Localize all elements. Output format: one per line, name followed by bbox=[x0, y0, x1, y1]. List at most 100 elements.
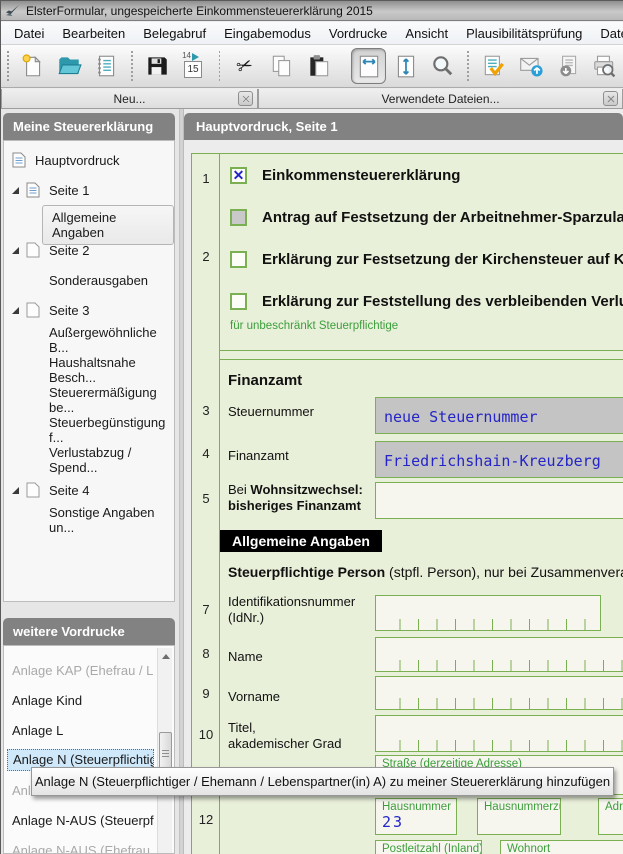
tree-item-sonderausgaben[interactable]: Sonderausgaben bbox=[49, 269, 148, 291]
line-number: 8 bbox=[202, 646, 210, 661]
menu-bearbeiten[interactable]: Bearbeiten bbox=[53, 24, 134, 43]
checkbox-unchecked[interactable] bbox=[230, 292, 247, 310]
send-data-button[interactable] bbox=[513, 48, 548, 84]
print-preview-icon bbox=[594, 55, 616, 78]
finanzamt-field[interactable]: Friedrichshain-Kreuzberg bbox=[375, 441, 623, 478]
menu-eingabemodus[interactable]: Eingabemodus bbox=[215, 24, 320, 43]
tree-label: Steuerermäßigung be... bbox=[49, 385, 157, 415]
fit-width-button[interactable] bbox=[351, 48, 387, 84]
tree-item-seite1[interactable]: Seite 1 bbox=[12, 179, 89, 201]
hausnummerzusatz-label: Hausnummerzusatz bbox=[484, 801, 560, 813]
line-number: 4 bbox=[202, 446, 210, 461]
tree-item-seite4[interactable]: Seite 4 bbox=[12, 479, 89, 501]
tree-label: Seite 1 bbox=[49, 182, 90, 198]
cut-button[interactable]: ✂ bbox=[227, 48, 262, 84]
zoom-button[interactable] bbox=[425, 48, 460, 84]
tree-item-steuerermaessigung[interactable]: Steuerermäßigung be... bbox=[49, 385, 174, 415]
list-item-anlage-kap-ehefrau: Anlage KAP (Ehefrau / Le... bbox=[12, 663, 154, 678]
menu-plausibilitaetspruefung[interactable]: Plausibilitätsprüfung bbox=[457, 24, 591, 43]
menu-belegabruf[interactable]: Belegabruf bbox=[134, 24, 215, 43]
list-item-anlage-kind[interactable]: Anlage Kind bbox=[7, 690, 154, 712]
adresszusatz-field[interactable]: Adressergänzung bbox=[598, 798, 623, 835]
finanzamt-section-title: Finanzamt bbox=[228, 372, 303, 389]
tree-item-hauptvordruck[interactable]: Hauptvordruck bbox=[12, 149, 120, 171]
list-scrollbar[interactable] bbox=[157, 648, 172, 853]
line-number: 2 bbox=[202, 249, 210, 264]
idnr-field[interactable] bbox=[375, 595, 601, 631]
checkbox-label: Erklärung zur Festsetzung der Kirchenste… bbox=[262, 250, 623, 268]
scroll-up-icon[interactable] bbox=[159, 649, 172, 663]
tree-item-sonstige-angaben[interactable]: Sonstige Angaben un... bbox=[49, 505, 174, 535]
vorname-field[interactable] bbox=[375, 676, 623, 710]
tree-label: Außergewöhnliche B... bbox=[49, 325, 157, 355]
checkbox-checked[interactable]: ✕ bbox=[230, 166, 247, 184]
tree-label: Sonstige Angaben un... bbox=[49, 505, 155, 535]
titel-field[interactable] bbox=[375, 715, 623, 752]
expander-icon[interactable] bbox=[12, 246, 19, 254]
year-2015-button[interactable]: 14 15 bbox=[177, 48, 212, 84]
tab-neu[interactable]: Neu... bbox=[1, 89, 258, 109]
tree-item-seite2[interactable]: Seite 2 bbox=[12, 239, 89, 261]
tree-item-verlustabzug[interactable]: Verlustabzug / Spend... bbox=[49, 445, 174, 475]
toolbar-separator bbox=[218, 51, 221, 81]
hausnummer-value: 23 bbox=[382, 813, 405, 831]
tree-label: Haushaltsnahe Besch... bbox=[49, 355, 136, 385]
paste-button[interactable] bbox=[301, 48, 336, 84]
tree-item-steuerbeguenstigung[interactable]: Steuerbegünstigung f... bbox=[49, 415, 174, 445]
tab-verwendete-dateien-close-button[interactable] bbox=[603, 91, 618, 106]
year-arrow-icon bbox=[192, 53, 200, 61]
hausnummer-field[interactable]: Hausnummer 23 bbox=[375, 798, 457, 835]
tree-label: Allgemeine Angaben bbox=[52, 210, 117, 240]
sidebar: Meine Steuererklärung Hauptvordruck Seit… bbox=[1, 109, 179, 854]
list-item-anlage-n-aus[interactable]: Anlage N-AUS (Steuerpfli... bbox=[7, 810, 154, 832]
menu-datei[interactable]: Datei bbox=[5, 24, 53, 43]
close-icon bbox=[607, 95, 614, 102]
menu-ansicht[interactable]: Ansicht bbox=[396, 24, 457, 43]
save-button[interactable] bbox=[140, 48, 175, 84]
file-list-button[interactable] bbox=[89, 48, 124, 84]
retrieve-info-button[interactable] bbox=[550, 48, 585, 84]
document-blank-icon bbox=[26, 482, 40, 498]
tab-neu-close-button[interactable] bbox=[238, 91, 253, 106]
wohnort-label: Wohnort bbox=[507, 843, 551, 854]
fit-height-button[interactable] bbox=[388, 48, 423, 84]
tree-item-aussergewoehnliche[interactable]: Außergewöhnliche B... bbox=[49, 325, 174, 355]
unbeschraenkt-note: für unbeschränkt Steuerpflichtige bbox=[230, 320, 399, 332]
check-document-icon bbox=[484, 55, 504, 77]
checkbox-disabled[interactable] bbox=[230, 208, 247, 226]
new-file-button[interactable] bbox=[15, 48, 50, 84]
fit-height-icon bbox=[397, 55, 414, 78]
line-number: 10 bbox=[198, 727, 214, 742]
name-field[interactable] bbox=[375, 637, 623, 672]
menu-vordrucke[interactable]: Vordrucke bbox=[320, 24, 397, 43]
checkbox-unchecked[interactable] bbox=[230, 250, 247, 268]
wohnort-field[interactable]: Wohnort bbox=[500, 840, 623, 854]
toolbar-grip[interactable] bbox=[6, 51, 11, 81]
expander-icon[interactable] bbox=[12, 186, 19, 194]
tree-label: Steuerbegünstigung f... bbox=[49, 415, 166, 445]
steuernummer-field[interactable]: neue Steuernummer bbox=[375, 397, 623, 434]
expander-icon[interactable] bbox=[12, 306, 19, 314]
print-preview-button[interactable] bbox=[587, 48, 622, 84]
tree-label: Verlustabzug / Spend... bbox=[49, 445, 132, 475]
copy-button[interactable] bbox=[264, 48, 299, 84]
hausnummerzusatz-field[interactable]: Hausnummerzusatz bbox=[477, 798, 561, 835]
checkbox-row-kirchensteuer: Erklärung zur Festsetzung der Kirchenste… bbox=[230, 250, 623, 268]
tree-item-haushaltsnahe[interactable]: Haushaltsnahe Besch... bbox=[49, 355, 174, 385]
plz-field[interactable]: Postleitzahl (Inland) bbox=[375, 840, 482, 854]
bisheriges-finanzamt-field[interactable] bbox=[375, 482, 623, 519]
tab-bar: Neu... Verwendete Dateien... bbox=[1, 89, 623, 109]
document-down-icon bbox=[559, 55, 576, 77]
plausibility-check-button[interactable] bbox=[476, 48, 511, 84]
open-file-button[interactable] bbox=[52, 48, 87, 84]
idnr-label: Identifikationsnummer (IdNr.) bbox=[228, 594, 356, 625]
tab-verwendete-dateien[interactable]: Verwendete Dateien... bbox=[258, 89, 623, 109]
comb-ticks bbox=[382, 660, 623, 671]
line-number: 1 bbox=[202, 171, 210, 186]
tree-label: Seite 3 bbox=[49, 302, 90, 318]
list-item-anlage-l[interactable]: Anlage L bbox=[7, 720, 154, 742]
tree-item-seite3[interactable]: Seite 3 bbox=[12, 299, 89, 321]
expander-icon[interactable] bbox=[12, 486, 19, 494]
menu-datenuebermittlung[interactable]: Datenübermittlung bbox=[591, 24, 623, 43]
line-number: 9 bbox=[202, 686, 210, 701]
